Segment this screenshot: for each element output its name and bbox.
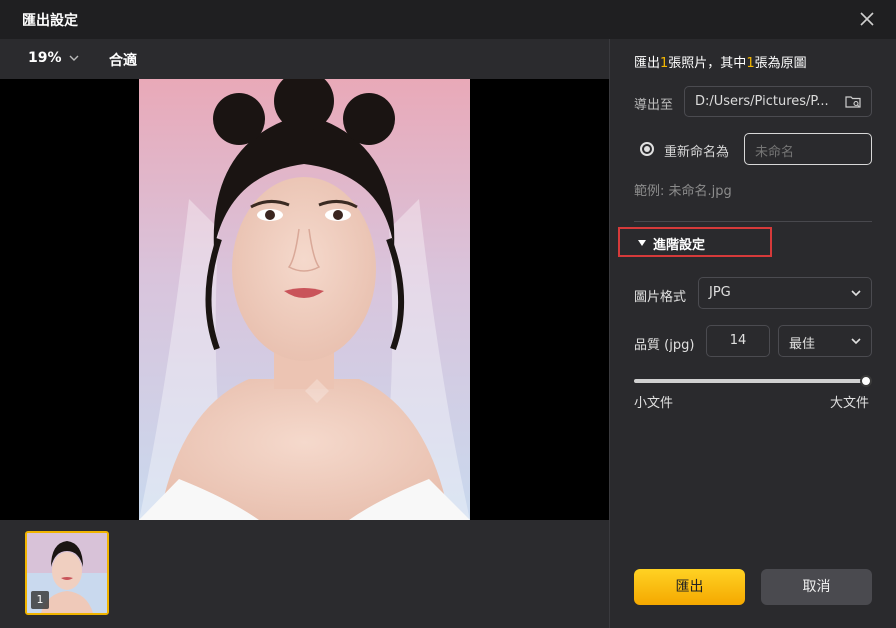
format-value: JPG: [709, 285, 731, 300]
export-to-label: 導出至: [634, 98, 674, 113]
export-path-value: D:/Users/Pictures/P...: [695, 94, 829, 109]
summary-text-2: 張照片，其中: [668, 56, 747, 71]
export-summary: 匯出1張照片，其中1張為原圖: [634, 52, 807, 71]
preview-panel: 19% 合適 1: [0, 39, 609, 628]
filename-example: 範例: 未命名.jpg: [634, 184, 732, 199]
advanced-settings-label: 進階設定: [653, 238, 706, 253]
fit-button[interactable]: 合適: [109, 50, 137, 70]
dialog-title: 匯出設定: [22, 13, 78, 29]
thumbnail-item[interactable]: 1: [25, 531, 109, 615]
rename-label: 重新命名為: [664, 145, 730, 160]
original-count: 1: [746, 56, 755, 71]
preview-toolbar: 19% 合適: [0, 39, 609, 79]
image-preview: [0, 79, 609, 520]
chevron-down-icon[interactable]: [68, 53, 80, 63]
format-label: 圖片格式: [634, 290, 687, 305]
quality-label: 品質 (jpg): [634, 338, 695, 353]
thumbnail-index: 1: [31, 591, 49, 609]
summary-text-3: 張為原圖: [754, 56, 807, 71]
thumbnail-strip: 1: [0, 520, 609, 628]
quality-slider-track[interactable]: [634, 379, 866, 383]
rename-input[interactable]: [744, 133, 872, 165]
export-button[interactable]: 匯出: [634, 569, 745, 605]
title-bar: 匯出設定: [0, 0, 896, 39]
settings-panel: 匯出1張照片，其中1張為原圖 導出至 D:/Users/Pictures/P..…: [610, 39, 896, 628]
chevron-down-icon: [851, 338, 861, 345]
quality-preset-value: 最佳: [789, 337, 816, 352]
section-divider: [634, 221, 872, 222]
chevron-down-icon: [851, 290, 861, 297]
advanced-settings-toggle[interactable]: 進階設定: [618, 227, 772, 257]
quality-value: 14: [729, 333, 747, 348]
caret-down-icon: [638, 240, 646, 246]
rename-radio[interactable]: [640, 142, 654, 156]
format-select[interactable]: JPG: [698, 277, 872, 309]
quality-value-field[interactable]: 14: [706, 325, 770, 357]
small-file-label: 小文件: [634, 396, 674, 411]
summary-text-1: 匯出: [634, 56, 661, 71]
quality-slider-thumb[interactable]: [860, 375, 872, 387]
quality-preset-select[interactable]: 最佳: [778, 325, 872, 357]
cancel-button[interactable]: 取消: [761, 569, 872, 605]
folder-search-icon[interactable]: [845, 94, 861, 109]
export-path-field[interactable]: D:/Users/Pictures/P...: [684, 86, 872, 117]
large-file-label: 大文件: [830, 396, 870, 411]
zoom-level[interactable]: 19%: [28, 50, 62, 66]
portrait-photo: [139, 79, 470, 520]
close-icon[interactable]: [858, 10, 876, 28]
